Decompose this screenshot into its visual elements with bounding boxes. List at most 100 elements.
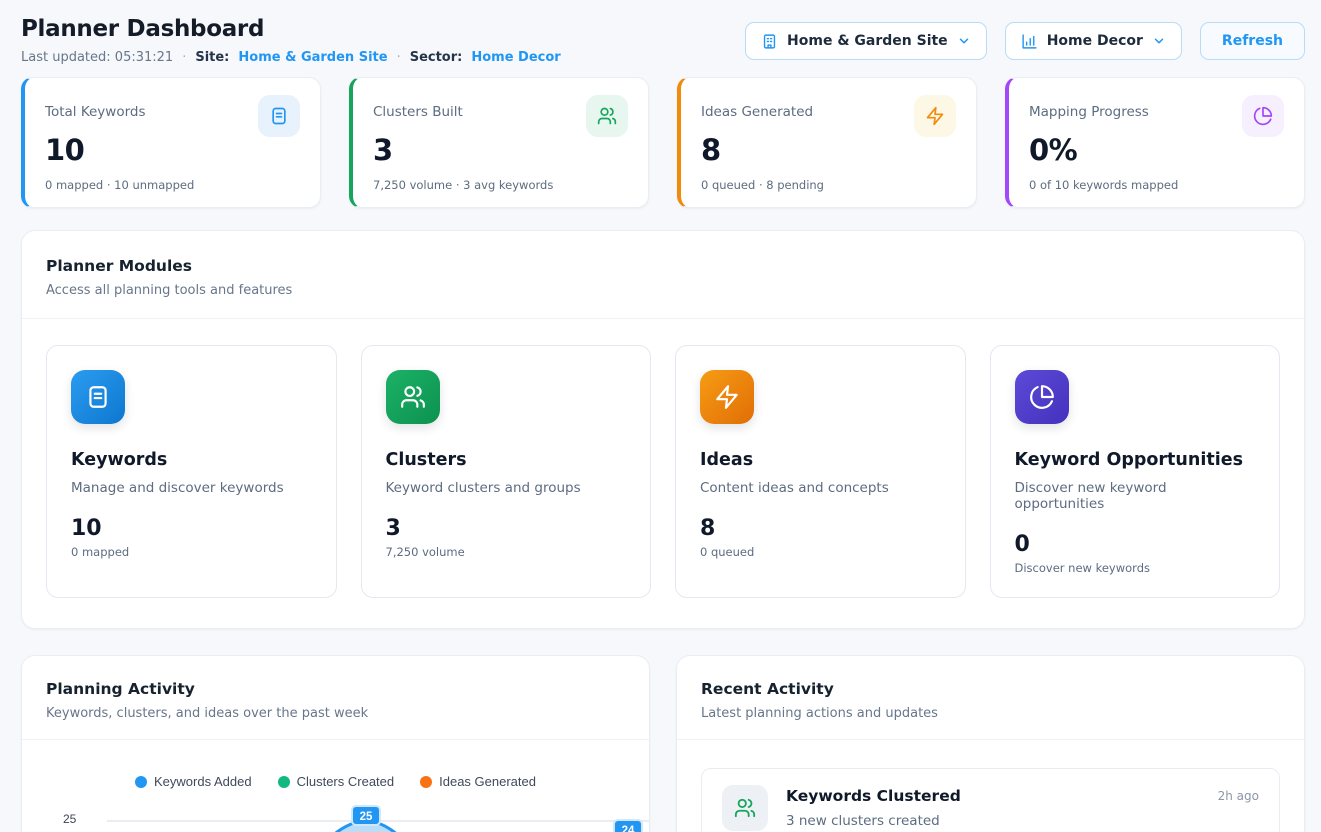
module-description: Content ideas and concepts	[700, 480, 941, 496]
page-title: Planner Dashboard	[21, 16, 561, 42]
sector-label: Sector:	[410, 50, 463, 65]
module-value: 0	[1015, 532, 1256, 557]
legend-item-ideas-generated: Ideas Generated	[420, 774, 536, 789]
meta-separator: ·	[182, 50, 186, 65]
modules-row: Keywords Manage and discover keywords 10…	[22, 319, 1304, 628]
module-subtext: 0 queued	[700, 545, 941, 559]
module-subtext: 0 mapped	[71, 545, 312, 559]
module-title: Ideas	[700, 450, 941, 470]
svg-text:24: 24	[622, 825, 635, 832]
zap-icon	[914, 95, 956, 137]
header-meta: Last updated: 05:31:21 · Site: Home & Ga…	[21, 50, 561, 65]
module-title: Keyword Opportunities	[1015, 450, 1256, 470]
legend-item-clusters-created: Clusters Created	[278, 774, 395, 789]
refresh-button[interactable]: Refresh	[1200, 22, 1305, 60]
zap-icon	[700, 370, 754, 424]
module-title: Keywords	[71, 450, 312, 470]
module-card-keyword-opportunities[interactable]: Keyword Opportunities Discover new keywo…	[990, 345, 1281, 598]
stat-label: Clusters Built	[373, 104, 463, 120]
data-point-label-peak: 25	[352, 806, 380, 825]
module-card-ideas[interactable]: Ideas Content ideas and concepts 8 0 que…	[675, 345, 966, 598]
stat-subtext: 0 mapped · 10 unmapped	[45, 178, 300, 192]
recent-activity-title: Recent Activity	[701, 680, 1280, 698]
module-value: 3	[386, 516, 627, 541]
pie-chart-icon	[1015, 370, 1069, 424]
stat-card-ideas-generated: Ideas Generated 8 0 queued · 8 pending	[677, 77, 977, 208]
chevron-down-icon	[1152, 34, 1166, 48]
legend-dot-blue	[135, 776, 147, 788]
last-updated-text: Last updated: 05:31:21	[21, 50, 173, 65]
modules-panel-title: Planner Modules	[46, 257, 1280, 275]
activity-item-keywords-clustered: Keywords Clustered 3 new clusters create…	[701, 768, 1280, 832]
y-axis-tick: 25	[63, 812, 76, 826]
stat-value: 10	[45, 133, 300, 167]
sector-link[interactable]: Home Decor	[471, 50, 560, 65]
stat-subtext: 0 of 10 keywords mapped	[1029, 178, 1284, 192]
module-subtext: Discover new keywords	[1015, 561, 1256, 575]
divider	[677, 739, 1304, 740]
bar-chart-icon	[1021, 33, 1038, 50]
stat-card-clusters-built: Clusters Built 3 7,250 volume · 3 avg ke…	[349, 77, 649, 208]
divider	[22, 739, 649, 740]
stat-label: Ideas Generated	[701, 104, 813, 120]
site-selector-dropdown[interactable]: Home & Garden Site	[745, 22, 987, 60]
header-left: Planner Dashboard Last updated: 05:31:21…	[21, 16, 561, 65]
recent-activity-subtitle: Latest planning actions and updates	[701, 706, 1280, 721]
stat-label: Total Keywords	[45, 104, 146, 120]
stat-value: 3	[373, 133, 628, 167]
stat-subtext: 0 queued · 8 pending	[701, 178, 956, 192]
stat-cards-row: Total Keywords 10 0 mapped · 10 unmapped…	[21, 77, 1305, 208]
legend-label: Ideas Generated	[439, 774, 536, 789]
data-point-label-right: 24	[614, 820, 642, 832]
module-subtext: 7,250 volume	[386, 545, 627, 559]
sector-selector-label: Home Decor	[1047, 33, 1143, 49]
recent-activity-panel: Recent Activity Latest planning actions …	[676, 655, 1305, 832]
users-icon	[722, 785, 768, 831]
modules-panel-subtitle: Access all planning tools and features	[46, 283, 1280, 298]
stat-value: 8	[701, 133, 956, 167]
planning-activity-chart-area: 25 25 24	[22, 797, 649, 832]
users-icon	[386, 370, 440, 424]
site-label: Site:	[195, 50, 229, 65]
stat-value: 0%	[1029, 133, 1284, 167]
activity-body: Keywords Clustered 3 new clusters create…	[786, 785, 1200, 829]
activity-description: 3 new clusters created	[786, 813, 1200, 829]
module-description: Discover new keyword opportunities	[1015, 480, 1256, 512]
note-icon	[71, 370, 125, 424]
meta-separator: ·	[397, 50, 401, 65]
header-controls: Home & Garden Site Home Decor Refresh	[745, 22, 1305, 60]
chart-legend: Keywords Added Clusters Created Ideas Ge…	[22, 774, 649, 789]
svg-text:25: 25	[360, 811, 373, 823]
module-card-keywords[interactable]: Keywords Manage and discover keywords 10…	[46, 345, 337, 598]
sector-selector-dropdown[interactable]: Home Decor	[1005, 22, 1182, 60]
chevron-down-icon	[957, 34, 971, 48]
planning-activity-subtitle: Keywords, clusters, and ideas over the p…	[46, 706, 625, 721]
module-description: Manage and discover keywords	[71, 480, 312, 496]
legend-item-keywords-added: Keywords Added	[135, 774, 252, 789]
bottom-row: Planning Activity Keywords, clusters, an…	[21, 655, 1305, 832]
module-card-clusters[interactable]: Clusters Keyword clusters and groups 3 7…	[361, 345, 652, 598]
users-icon	[586, 95, 628, 137]
note-icon	[258, 95, 300, 137]
legend-dot-green	[278, 776, 290, 788]
module-value: 8	[700, 516, 941, 541]
module-value: 10	[71, 516, 312, 541]
stat-subtext: 7,250 volume · 3 avg keywords	[373, 178, 628, 192]
stat-card-total-keywords: Total Keywords 10 0 mapped · 10 unmapped	[21, 77, 321, 208]
legend-label: Keywords Added	[154, 774, 252, 789]
site-link[interactable]: Home & Garden Site	[238, 50, 387, 65]
building-icon	[761, 33, 778, 50]
stat-card-mapping-progress: Mapping Progress 0% 0 of 10 keywords map…	[1005, 77, 1305, 208]
activity-timestamp: 2h ago	[1218, 785, 1259, 803]
legend-dot-orange	[420, 776, 432, 788]
page-header: Planner Dashboard Last updated: 05:31:21…	[0, 0, 1321, 65]
legend-label: Clusters Created	[297, 774, 395, 789]
planning-activity-panel: Planning Activity Keywords, clusters, an…	[21, 655, 650, 832]
pie-chart-icon	[1242, 95, 1284, 137]
activity-title: Keywords Clustered	[786, 787, 1200, 805]
stat-label: Mapping Progress	[1029, 104, 1149, 120]
planning-activity-title: Planning Activity	[46, 680, 625, 698]
module-title: Clusters	[386, 450, 627, 470]
planning-activity-chart: 25 24	[83, 797, 650, 832]
planner-modules-panel: Planner Modules Access all planning tool…	[21, 230, 1305, 629]
